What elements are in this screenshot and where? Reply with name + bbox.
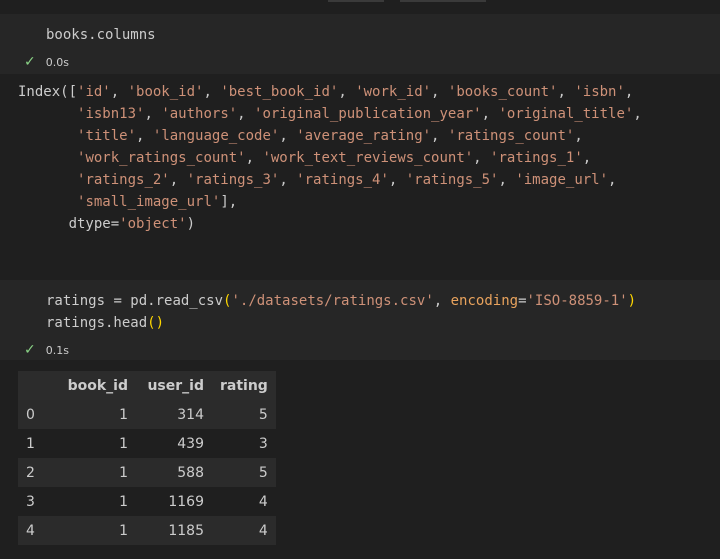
head-parens: ()	[147, 315, 165, 331]
execution-status: ✓ 0.0s	[24, 54, 69, 70]
table-cell: 314	[177, 406, 204, 423]
table-row: 4 1 1185 4	[18, 516, 276, 545]
table-cell: 1	[119, 406, 128, 423]
table-cell: 1185	[168, 522, 204, 539]
toolbar-marker-left	[328, 0, 384, 2]
table-cell: 4	[258, 493, 268, 510]
table-cell: 1	[119, 522, 128, 539]
table-cell: 4	[258, 522, 268, 539]
table-cell: 5	[258, 406, 268, 423]
index-header	[18, 371, 50, 400]
table-row: 0 1 314 5	[18, 400, 276, 429]
encoding-string: 'ISO-8859-1'	[526, 293, 628, 309]
execution-status: ✓ 0.1s	[24, 342, 69, 358]
path-string: './datasets/ratings.csv'	[231, 293, 434, 309]
execution-time: 0.0s	[45, 55, 69, 69]
table-cell: 3	[258, 435, 268, 452]
column-header: user_id	[136, 371, 212, 400]
column-header: rating	[212, 371, 276, 400]
cell-1-output: Index(['id', 'book_id', 'best_book_id', …	[18, 81, 642, 235]
output-line: 'small_image_url'],	[77, 194, 238, 210]
code-line[interactable]: books.columns	[46, 24, 156, 46]
execution-time: 0.1s	[45, 343, 69, 357]
table-header-row: book_id user_id rating	[18, 371, 276, 400]
table-row: 3 1 1169 4	[18, 487, 276, 516]
table-cell: 1	[119, 464, 128, 481]
table-cell: 588	[177, 464, 204, 481]
column-header: book_id	[50, 371, 136, 400]
code-line-1[interactable]: ratings = pd.read_csv('./datasets/rating…	[46, 290, 636, 312]
row-index: 0	[26, 406, 35, 423]
row-index: 1	[26, 435, 35, 452]
table-cell: 5	[258, 464, 268, 481]
check-icon: ✓	[24, 342, 36, 358]
output-line: 'work_ratings_count', 'work_text_reviews…	[77, 150, 592, 166]
param-name: encoding	[450, 293, 519, 309]
row-index: 3	[26, 493, 35, 510]
table-row: 1 1 439 3	[18, 429, 276, 458]
equals: =	[518, 293, 527, 309]
paren-close: )	[627, 293, 637, 309]
table-cell: 439	[177, 435, 204, 452]
check-icon: ✓	[24, 54, 36, 70]
table-row: 2 1 588 5	[18, 458, 276, 487]
head-call: ratings.head	[46, 315, 148, 331]
variable: ratings	[46, 293, 106, 309]
dataframe-table: book_id user_id rating 0 1 314 5 1 1 439 3 2 1 588…	[18, 371, 276, 545]
table-cell: 1	[119, 435, 128, 452]
code-line-2[interactable]: ratings.head()	[46, 312, 164, 334]
code-cell-2[interactable]: ratings = pd.read_csv('./datasets/rating…	[0, 280, 720, 360]
output-line: dtype='object')	[18, 216, 196, 232]
output-line: Index(['id', 'book_id', 'best_book_id', …	[18, 84, 634, 100]
output-line: 'title', 'language_code', 'average_ratin…	[77, 128, 583, 144]
table-cell: 1	[119, 493, 128, 510]
function-call: = pd.read_csv	[105, 293, 224, 309]
row-index: 2	[26, 464, 35, 481]
output-line: 'ratings_2', 'ratings_3', 'ratings_4', '…	[77, 172, 617, 188]
row-index: 4	[26, 522, 35, 539]
table-cell: 1169	[168, 493, 204, 510]
code-cell-1[interactable]: books.columns ✓ 0.0s	[0, 14, 720, 74]
separator: ,	[433, 293, 451, 309]
toolbar-marker-right	[400, 0, 486, 2]
output-line: 'isbn13', 'authors', 'original_publicati…	[77, 106, 642, 122]
